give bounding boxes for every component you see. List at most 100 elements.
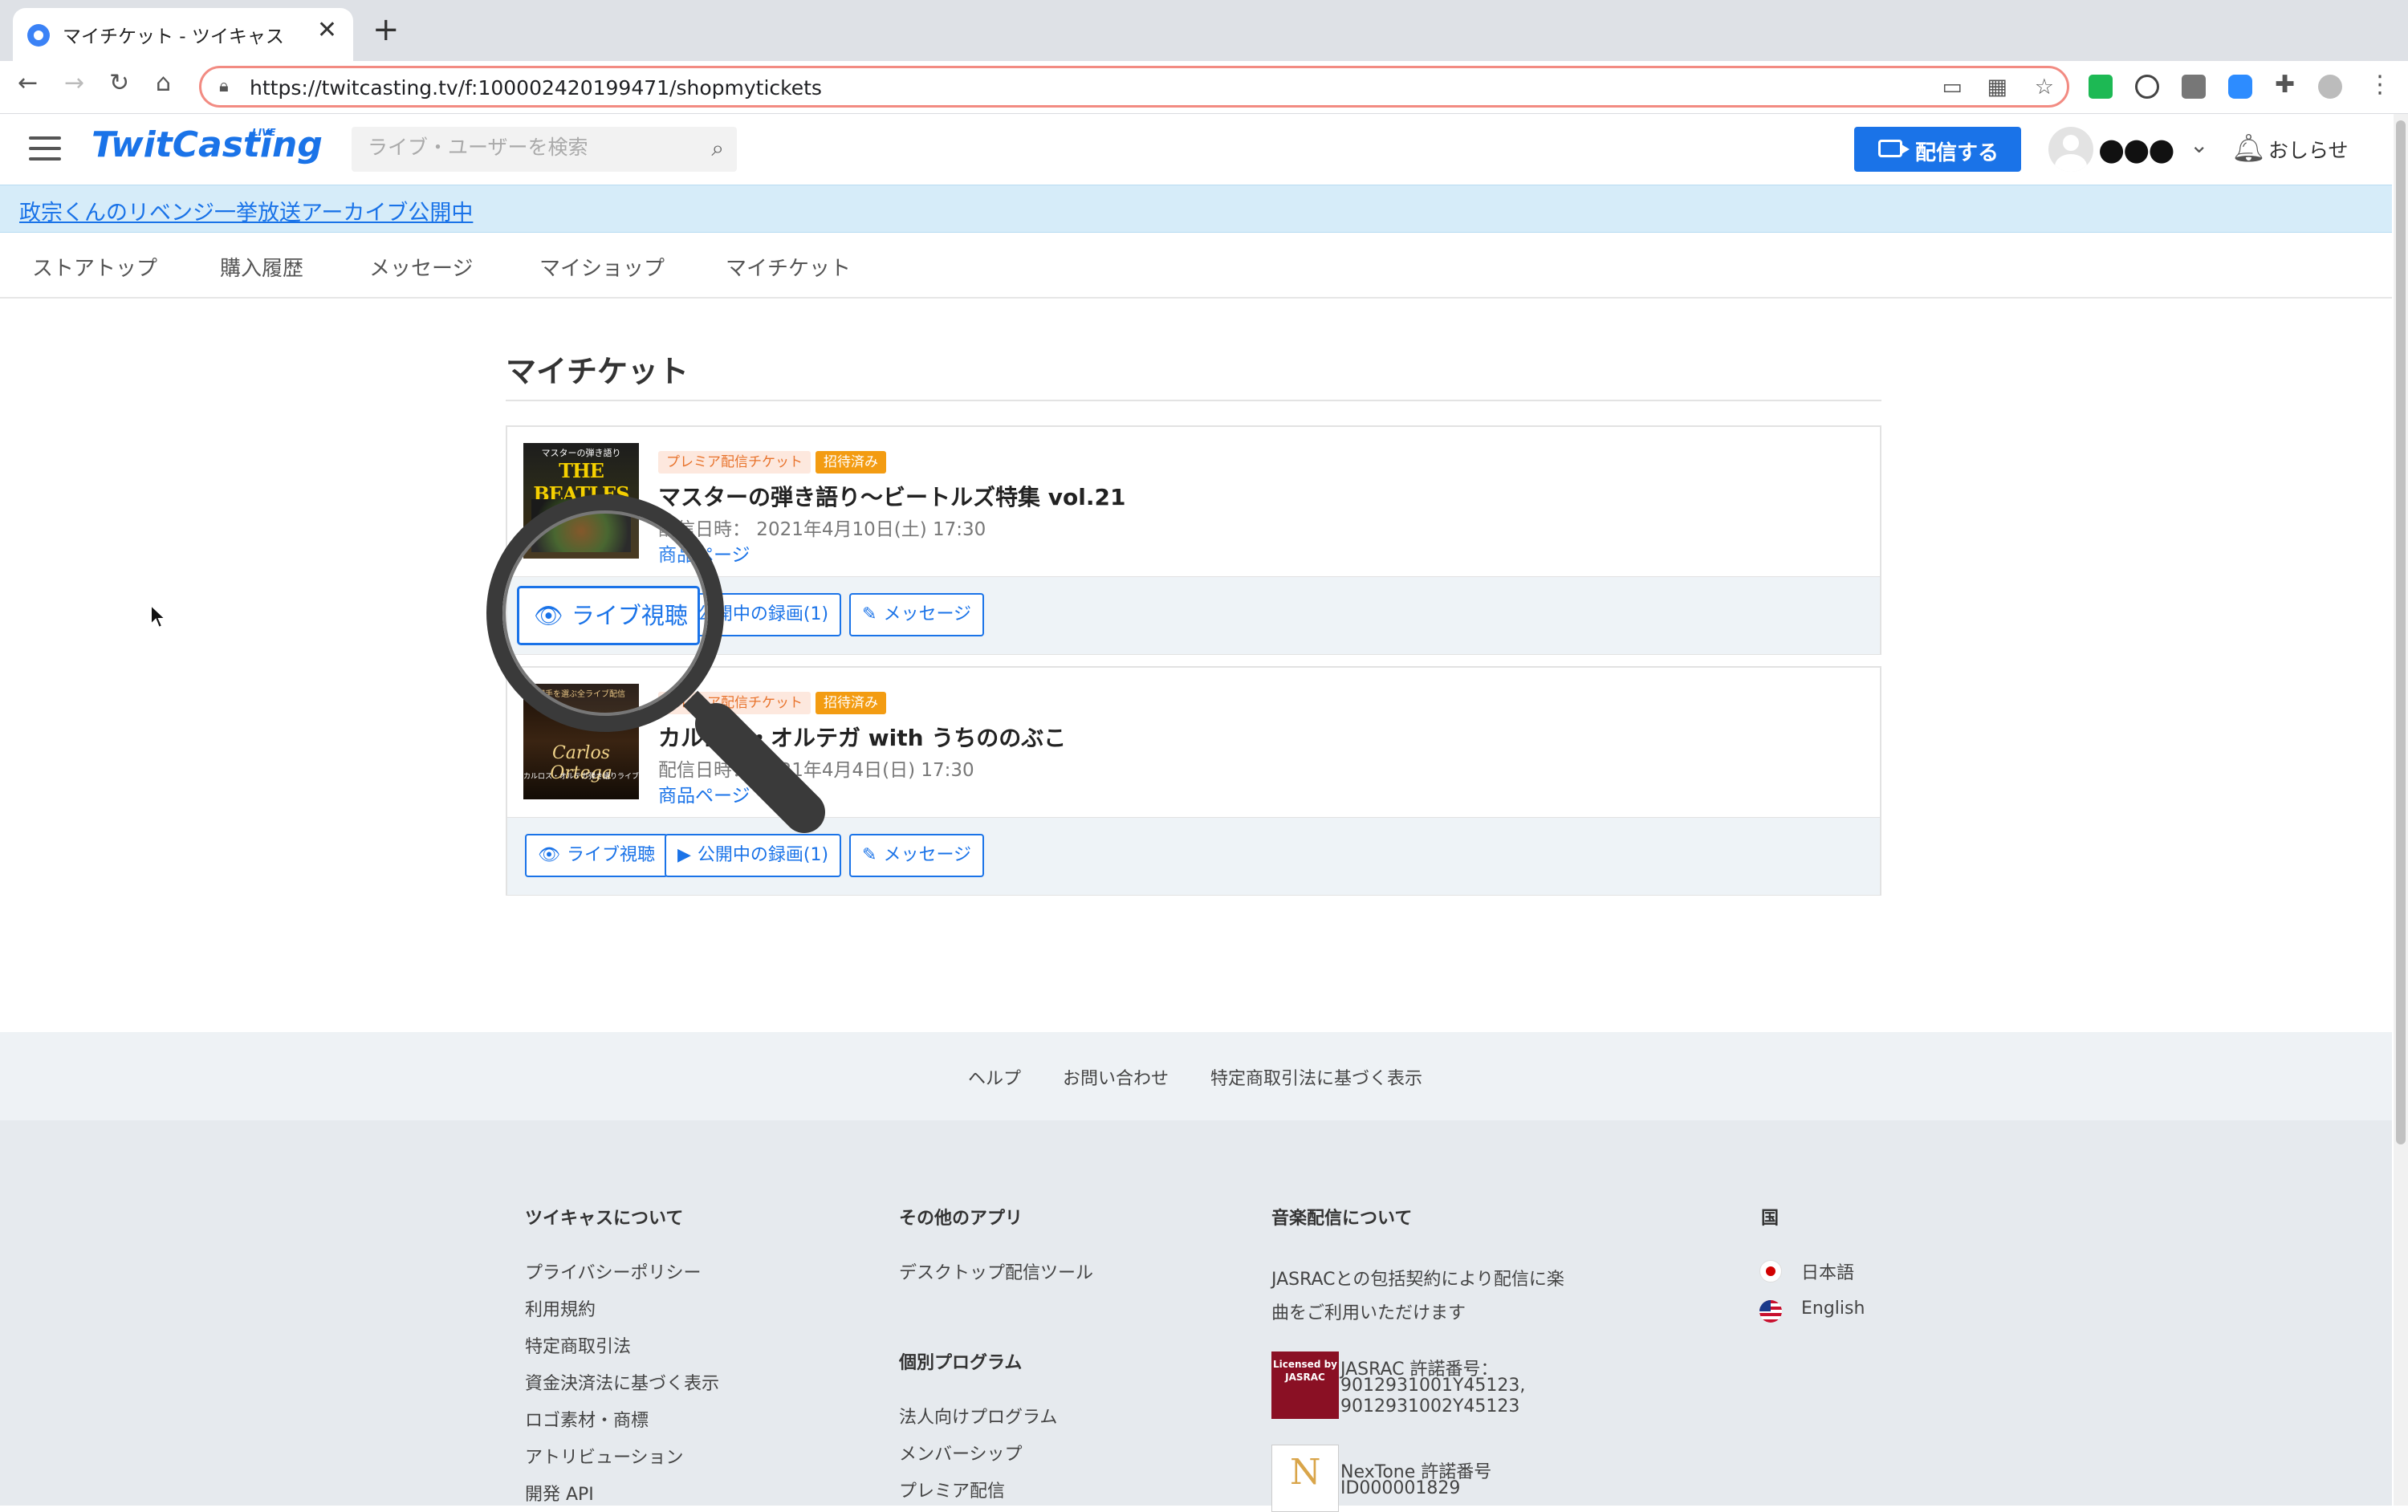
search-box[interactable]: ⌕ — [352, 127, 737, 172]
product-page-link[interactable]: 商品ページ — [658, 780, 750, 807]
message-label: メッセージ — [883, 604, 971, 624]
nextone-logo: N — [1271, 1445, 1339, 1512]
japan-flag-icon — [1759, 1260, 1782, 1282]
recording-label: 公開中の録画(1) — [697, 604, 829, 624]
ticket-thumbnail[interactable]: マスターの弾き語り THE BEATLES — [523, 443, 639, 559]
ticket-card: マスターの弾き語り THE BEATLES プレミア配信チケット 招待済み マス… — [506, 425, 1881, 655]
subnav-store-top[interactable]: ストアトップ — [32, 252, 157, 282]
footer-music-title: 音楽配信について — [1271, 1209, 1413, 1229]
qr-icon[interactable]: ▦ — [1987, 75, 2007, 100]
broadcast-label: 配信する — [1915, 141, 1999, 165]
footer-music-text-1: JASRACとの包括契約により配信に楽 — [1271, 1270, 1564, 1290]
footer-corporate-link[interactable]: 法人向けプログラム — [899, 1403, 1057, 1429]
chevron-down-icon[interactable]: ⌄ — [2190, 132, 2208, 158]
eye-icon: 👁︎ — [538, 845, 560, 865]
live-view-button-magnified[interactable]: 👁︎ ライブ視聴 — [517, 586, 700, 645]
banner-link[interactable]: 政宗くんのリベンジ一挙放送アーカイブ公開中 — [19, 195, 473, 226]
hamburger-menu-icon[interactable] — [29, 136, 61, 161]
bell-icon[interactable]: 🔔︎ — [2231, 132, 2266, 165]
footer-membership-link[interactable]: メンバーシップ — [899, 1440, 1023, 1465]
nextone-number: ID000001829 — [1340, 1478, 1461, 1498]
invited-badge: 招待済み — [816, 692, 886, 714]
browser-menu-icon[interactable]: ⋮ — [2368, 71, 2392, 99]
twitcasting-logo[interactable]: TwitCasting — [92, 124, 323, 165]
video-icon: ▶ — [677, 845, 691, 865]
forward-icon[interactable]: → — [64, 69, 84, 97]
message-button[interactable]: ✎ メッセージ — [849, 593, 984, 636]
title-divider — [506, 400, 1881, 401]
scrollbar-thumb[interactable] — [2396, 120, 2406, 1144]
live-view-button[interactable]: 👁︎ ライブ視聴 — [525, 834, 668, 877]
footer-country-title: 国 — [1761, 1209, 1780, 1229]
footer-desktop-tool-link[interactable]: デスクトップ配信ツール — [899, 1258, 1093, 1284]
camera-icon — [1878, 140, 1910, 157]
product-page-link[interactable]: 商品ページ — [658, 539, 750, 567]
footer-privacy-link[interactable]: プライバシーポリシー — [525, 1258, 702, 1284]
footer-payment-law-link[interactable]: 資金決済法に基づく表示 — [525, 1369, 719, 1395]
new-tab-icon[interactable]: + — [372, 11, 400, 48]
search-icon[interactable]: ⌕ — [711, 135, 724, 162]
footer-music-text-2: 曲をご利用いただけます — [1271, 1303, 1466, 1323]
announcement-banner: 政宗くんのリベンジ一挙放送アーカイブ公開中 — [0, 185, 2392, 233]
user-avatar[interactable] — [2048, 127, 2093, 172]
page-title: マイチケット — [506, 354, 689, 389]
browser-tab[interactable]: マイチケット - ツイキャス ✕ — [13, 8, 353, 61]
premium-ticket-badge: プレミア配信チケット — [658, 692, 811, 714]
subnav-messages[interactable]: メッセージ — [369, 252, 473, 282]
close-tab-icon[interactable]: ✕ — [317, 16, 337, 44]
subnav-my-tickets[interactable]: マイチケット — [726, 252, 851, 282]
footer-logo-link[interactable]: ロゴ素材・商標 — [525, 1406, 649, 1432]
store-subnav: ストアトップ 購入履歴 メッセージ マイショップ マイチケット — [0, 233, 2392, 299]
address-bar[interactable]: 🔒︎ https://twitcasting.tv/f:100002420199… — [199, 66, 2069, 108]
footer-links-bar: ヘルプ お問い合わせ 特定商取引法に基づく表示 — [0, 1032, 2392, 1120]
live-view-label: ライブ視聴 — [566, 845, 655, 865]
broadcast-button[interactable]: 配信する — [1854, 127, 2021, 172]
thumb-caption: マスターの弾き語り — [541, 448, 621, 458]
footer-contact-link[interactable]: お問い合わせ — [1063, 1064, 1169, 1090]
footer-programs-title: 個別プログラム — [899, 1353, 1023, 1373]
profile-avatar-icon[interactable] — [2318, 75, 2342, 99]
footer-terms-link[interactable]: 利用規約 — [525, 1295, 596, 1321]
url-text[interactable]: https://twitcasting.tv/f:100002420199471… — [250, 76, 822, 100]
notifications-link[interactable]: おしらせ — [2268, 135, 2349, 164]
reload-icon[interactable]: ↻ — [109, 69, 129, 97]
jasrac-number-2: 9012931002Y45123 — [1340, 1396, 1520, 1416]
language-japanese[interactable]: 日本語 — [1801, 1258, 1854, 1284]
language-english[interactable]: English — [1801, 1299, 1865, 1319]
ticket-title[interactable]: マスターの弾き語り～ビートルズ特集 vol.21 — [658, 480, 1125, 512]
extension-check-icon[interactable] — [2089, 75, 2113, 99]
message-button[interactable]: ✎ メッセージ — [849, 834, 984, 877]
bookmark-star-icon[interactable]: ☆ — [2035, 75, 2054, 100]
zoom-extension-icon[interactable] — [2228, 75, 2252, 99]
extension-circle-icon[interactable] — [2135, 75, 2159, 99]
extension-gray-icon[interactable] — [2182, 75, 2206, 99]
subnav-my-shop[interactable]: マイショップ — [539, 252, 665, 282]
ticket-card: 相手を選ぶ全ライブ配信 Carlos Ortega カルロス・オルテガ弾き語りラ… — [506, 666, 1881, 896]
search-input[interactable] — [366, 135, 690, 160]
thumb-subtitle: カルロス・オルテガ弾き語りライブ — [523, 773, 639, 781]
subnav-purchase-history[interactable]: 購入履歴 — [220, 252, 303, 282]
footer-commerce-law-link[interactable]: 特定商取引法に基づく表示 — [1210, 1064, 1422, 1090]
footer-commerce-link[interactable]: 特定商取引法 — [525, 1332, 631, 1358]
cast-icon[interactable]: ▭ — [1942, 75, 1963, 100]
footer-api-link[interactable]: 開発 API — [525, 1480, 594, 1506]
pencil-icon: ✎ — [862, 604, 877, 624]
footer-attribution-link[interactable]: アトリビューション — [525, 1443, 684, 1469]
jasrac-logo: Licensed by JASRAC — [1271, 1351, 1339, 1419]
footer-help-link[interactable]: ヘルプ — [968, 1064, 1021, 1090]
back-icon[interactable]: ← — [18, 69, 38, 97]
ticket-thumbnail[interactable]: 相手を選ぶ全ライブ配信 Carlos Ortega カルロス・オルテガ弾き語りラ… — [523, 684, 639, 799]
eye-icon: 👁︎ — [534, 602, 563, 629]
recording-button[interactable]: ▶ 公開中の録画(1) — [665, 834, 842, 877]
footer-premier-link[interactable]: プレミア配信 — [899, 1477, 1005, 1502]
ticket-title[interactable]: カルロス・オルテガ with うちののぶこ — [658, 721, 1066, 753]
footer-about-title: ツイキャスについて — [525, 1209, 684, 1229]
us-flag-icon — [1759, 1300, 1782, 1323]
live-view-label: ライブ視聴 — [571, 602, 688, 629]
twitcasting-favicon-icon — [27, 24, 50, 47]
premium-ticket-badge: プレミア配信チケット — [658, 451, 811, 474]
home-icon[interactable]: ⌂ — [156, 69, 171, 97]
username[interactable]: ●●● — [2098, 132, 2174, 167]
jasrac-number-1: 9012931001Y45123, — [1340, 1376, 1526, 1396]
extensions-puzzle-icon[interactable]: ✚ — [2275, 71, 2295, 99]
